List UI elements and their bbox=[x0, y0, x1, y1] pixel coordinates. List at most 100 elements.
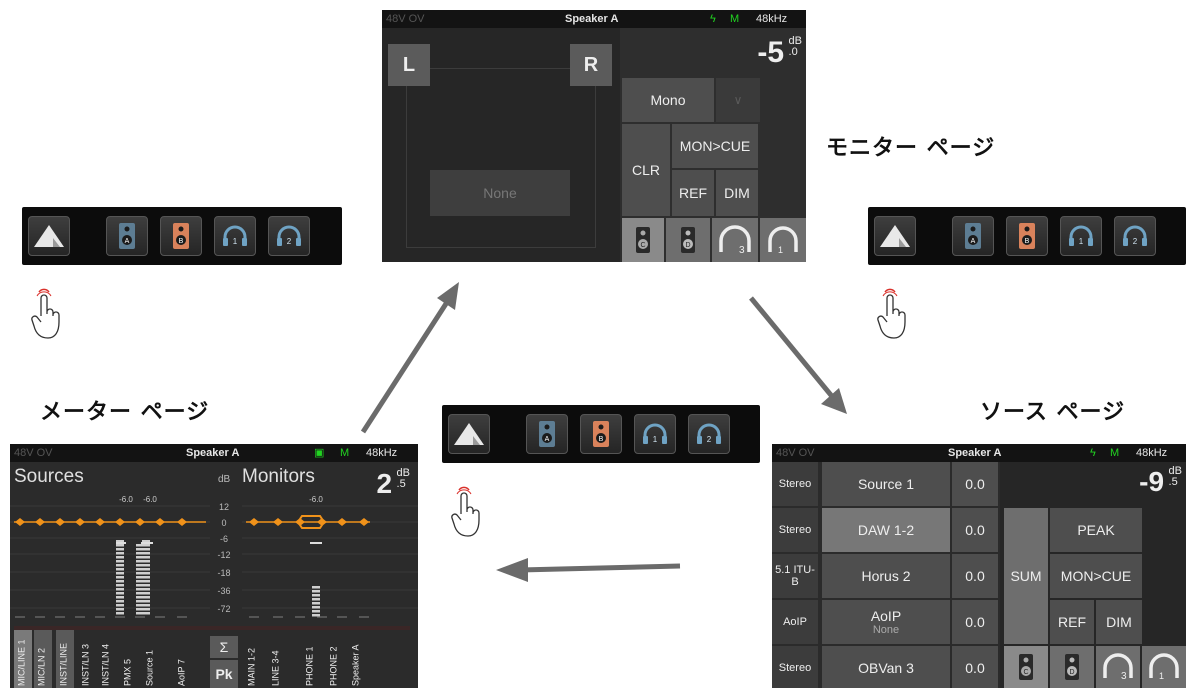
meter-segment bbox=[116, 580, 124, 583]
source-list: Stereo Source 1 0.0 Stereo DAW 1-2 0.0 5.1 ITU… bbox=[772, 462, 1000, 688]
svg-text:A: A bbox=[545, 436, 550, 443]
monitor-channel-label: PHONE 2 bbox=[328, 646, 338, 686]
source-channel-label: INST/LINE bbox=[58, 643, 68, 686]
source-trim-value[interactable]: 0.0 bbox=[952, 646, 998, 688]
mono-button[interactable]: Mono bbox=[622, 78, 714, 122]
panner-frame bbox=[406, 68, 596, 248]
hand-press-icon bbox=[876, 288, 912, 340]
meter-segment bbox=[116, 572, 124, 575]
hardware-strip-left: A B 1 2 bbox=[22, 207, 342, 265]
source-name-button[interactable]: AoIP None bbox=[822, 600, 950, 644]
status-bar: 48V OV Speaker A ▣ M 48kHz bbox=[10, 444, 418, 462]
source-name-button[interactable]: DAW 1-2 bbox=[822, 508, 950, 552]
sum-button[interactable]: SUM bbox=[1004, 508, 1048, 644]
fader-marker bbox=[155, 518, 165, 526]
source-trim-value[interactable]: 0.0 bbox=[952, 508, 998, 552]
mon-cue-button[interactable]: MON>CUE bbox=[672, 124, 758, 168]
ref-button[interactable]: REF bbox=[672, 170, 714, 216]
source-format: AoIP bbox=[772, 600, 818, 644]
headphone-2-icon: 2 bbox=[697, 423, 721, 444]
meter-segment bbox=[142, 560, 150, 563]
triangle-icon bbox=[34, 225, 64, 247]
meter-segment bbox=[142, 576, 150, 579]
meter-segment bbox=[142, 608, 150, 611]
hand-press-icon bbox=[450, 486, 486, 538]
speaker-c-button[interactable]: C bbox=[622, 218, 664, 262]
headphone-1-button[interactable]: 1 bbox=[1060, 216, 1102, 256]
right-channel-label[interactable]: R bbox=[570, 44, 612, 86]
source-channel-label: MIC/LINE 1 bbox=[16, 639, 26, 686]
fader-marker bbox=[273, 518, 283, 526]
source-name-button[interactable]: Horus 2 bbox=[822, 554, 950, 598]
assignment-none[interactable]: None bbox=[430, 170, 570, 216]
source-trim-value[interactable]: 0.0 bbox=[952, 554, 998, 598]
source-name-button[interactable]: OBVan 3 bbox=[822, 646, 950, 688]
monitor-page-screen: 48V OV Speaker A ϟ M 48kHz L R None -5 d… bbox=[382, 10, 806, 262]
ref-button[interactable]: REF bbox=[1050, 600, 1094, 644]
status-faint-text: 48V OV bbox=[776, 447, 815, 459]
mono-dropdown-icon[interactable]: ∨ bbox=[716, 78, 760, 122]
meter-segment bbox=[116, 552, 124, 555]
status-rate: 48kHz bbox=[756, 13, 788, 25]
panner-area[interactable]: L R None bbox=[382, 28, 620, 262]
meter-segment bbox=[312, 586, 320, 589]
status-mode: M bbox=[730, 13, 740, 25]
svg-text:C: C bbox=[1023, 669, 1028, 676]
meter-segment bbox=[312, 610, 320, 613]
db-label: dB bbox=[218, 474, 231, 485]
triangle-button[interactable] bbox=[874, 216, 916, 256]
speaker-b-button[interactable]: B bbox=[580, 414, 622, 454]
source-trim-value[interactable]: 0.0 bbox=[952, 462, 998, 506]
svg-text:C: C bbox=[640, 242, 645, 249]
source-page-screen: 48V OV Speaker A ϟ M 48kHz Stereo Source … bbox=[772, 444, 1186, 688]
meter-floor bbox=[337, 616, 347, 618]
dim-button[interactable]: DIM bbox=[1096, 600, 1142, 644]
headphone-3-button[interactable]: 3 bbox=[1096, 646, 1140, 688]
peak-button[interactable]: PEAK bbox=[1050, 508, 1142, 552]
speaker-d-button[interactable]: D bbox=[666, 218, 710, 262]
speaker-b-button[interactable]: B bbox=[1006, 216, 1048, 256]
headphone-3-button[interactable]: 3 bbox=[712, 218, 758, 262]
mon-cue-button[interactable]: MON>CUE bbox=[1050, 554, 1142, 598]
speaker-c-button[interactable]: C bbox=[1004, 646, 1048, 688]
speaker-a-button[interactable]: A bbox=[106, 216, 148, 256]
meter-segment bbox=[142, 568, 150, 571]
level-main: -9 bbox=[1139, 466, 1165, 497]
headphone-1-button[interactable]: 1 bbox=[760, 218, 806, 262]
speaker-b-button[interactable]: B bbox=[160, 216, 202, 256]
hand-press-icon bbox=[30, 288, 66, 340]
svg-text:2: 2 bbox=[287, 237, 292, 246]
meter-floor bbox=[155, 616, 165, 618]
headphone-1-button[interactable]: 1 bbox=[214, 216, 256, 256]
headphone-1-button[interactable]: 1 bbox=[634, 414, 676, 454]
meter-segment bbox=[312, 594, 320, 597]
headphone-2-button[interactable]: 2 bbox=[1114, 216, 1156, 256]
status-rate: 48kHz bbox=[1136, 447, 1168, 459]
meter-segment bbox=[116, 576, 124, 579]
speaker-a-button[interactable]: A bbox=[952, 216, 994, 256]
triangle-button[interactable] bbox=[28, 216, 70, 256]
monitor-channel-label: MAIN 1-2 bbox=[246, 648, 256, 686]
speaker-c-icon: C bbox=[1019, 654, 1033, 680]
source-name-button[interactable]: Source 1 bbox=[822, 462, 950, 506]
source-controls: -9 dB .5 SUM PEAK MON>CUE REF DIM C D 3 … bbox=[1000, 462, 1186, 688]
power-icon: ϟ bbox=[1090, 447, 1096, 459]
level-fraction: .5 bbox=[396, 478, 406, 490]
dim-button[interactable]: DIM bbox=[716, 170, 758, 216]
headphone-2-button[interactable]: 2 bbox=[268, 216, 310, 256]
source-trim-value[interactable]: 0.0 bbox=[952, 600, 998, 644]
clr-button[interactable]: CLR bbox=[622, 124, 670, 216]
speaker-d-button[interactable]: D bbox=[1050, 646, 1094, 688]
meter-segment bbox=[142, 564, 150, 567]
monitor-channel-label: LINE 3-4 bbox=[270, 650, 280, 686]
meter-segment bbox=[116, 564, 124, 567]
peak-hold bbox=[116, 542, 126, 544]
headphone-2-button[interactable]: 2 bbox=[688, 414, 730, 454]
sum-toggle[interactable]: Σ bbox=[210, 636, 238, 658]
speaker-a-button[interactable]: A bbox=[526, 414, 568, 454]
meter-segment bbox=[116, 584, 124, 587]
sources-title: Sources bbox=[14, 466, 84, 487]
peak-toggle[interactable]: Pk bbox=[210, 660, 238, 688]
left-channel-label[interactable]: L bbox=[388, 44, 430, 86]
headphone-1-button[interactable]: 1 bbox=[1142, 646, 1186, 688]
